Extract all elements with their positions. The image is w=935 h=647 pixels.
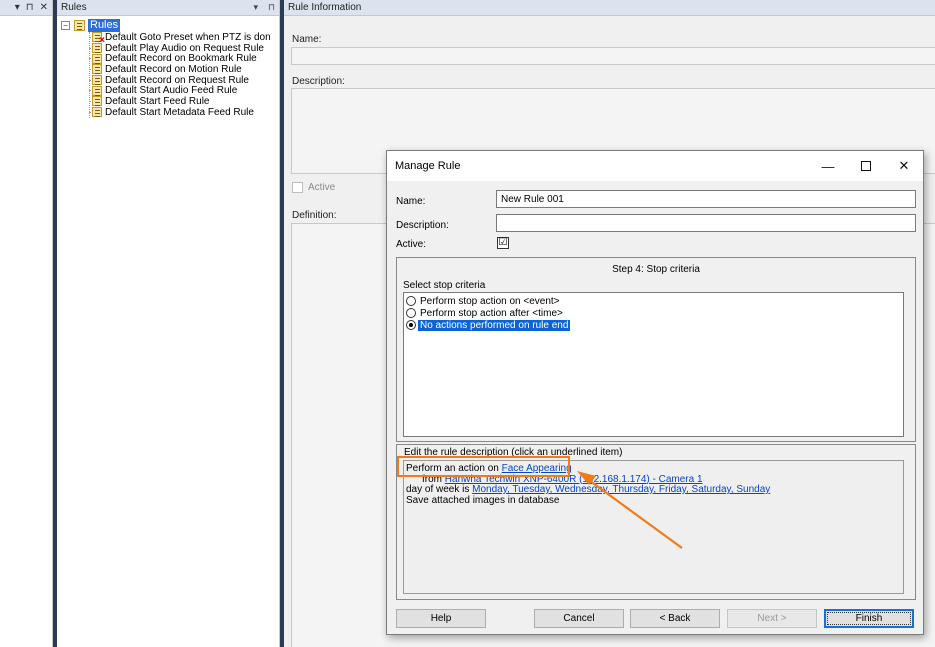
description-input[interactable]: [496, 214, 916, 232]
rule-tree-item[interactable]: Default Start Metadata Feed Rule: [89, 106, 279, 118]
info-description-label: Description:: [292, 76, 345, 87]
criteria-option-label: Perform stop action on <event>: [420, 295, 560, 307]
radio-button[interactable]: [406, 320, 416, 330]
tree-root-label: Rules: [88, 19, 121, 32]
collapse-icon[interactable]: −: [61, 21, 70, 30]
rule-tree-item-label: Default Start Feed Rule: [105, 95, 210, 107]
maximize-icon: [861, 161, 871, 171]
info-name-field: [291, 47, 935, 65]
info-active-label: Active: [308, 182, 336, 193]
rule-tree-item[interactable]: Default Record on Motion Rule: [89, 63, 279, 75]
rules-list: Default Goto Preset when PTZ is donDefau…: [89, 32, 279, 118]
chevron-down-icon[interactable]: ▾: [15, 2, 20, 13]
rules-pane-header: Rules ▾ ⊓: [57, 0, 279, 16]
days-link[interactable]: Monday, Tuesday, Wednesday, Thursday, Fr…: [472, 484, 770, 495]
rules-tree: − Rules Default Goto Preset when PTZ is …: [57, 16, 279, 118]
rules-pane: Rules ▾ ⊓ − Rules Default Goto Preset wh…: [57, 0, 280, 647]
rule-info-title: Rule Information: [288, 2, 362, 13]
rule-tree-item[interactable]: Default Record on Request Rule: [89, 74, 279, 86]
dialog-title: Manage Rule: [395, 160, 461, 172]
rule-info-header: Rule Information: [284, 0, 935, 16]
criteria-option[interactable]: Perform stop action after <time>: [404, 307, 903, 319]
manage-rule-dialog: Manage Rule — ✕ Name: New Rule 001 Descr…: [386, 150, 924, 635]
rule-icon: [92, 96, 102, 107]
rule-tree-item[interactable]: Default Record on Bookmark Rule: [89, 53, 279, 65]
annotation-highlight-box: [397, 456, 570, 477]
rule-tree-item-label: Default Play Audio on Request Rule: [105, 42, 264, 54]
active-checkbox[interactable]: ☑: [497, 237, 509, 249]
help-button[interactable]: Help: [396, 609, 486, 628]
cancel-button[interactable]: Cancel: [534, 609, 624, 628]
radio-button[interactable]: [406, 296, 416, 306]
pin-icon[interactable]: ⊓: [26, 2, 34, 13]
rule-tree-item[interactable]: Default Play Audio on Request Rule: [89, 42, 279, 54]
rule-tree-item[interactable]: Default Goto Preset when PTZ is don: [89, 31, 279, 46]
dialog-title-bar: Manage Rule — ✕: [387, 151, 923, 181]
finish-button-label: Finish: [827, 612, 911, 625]
rule-description-box: Perform an action on Face Appearing from…: [403, 460, 904, 594]
minimize-button[interactable]: —: [809, 151, 847, 181]
criteria-option-label: Perform stop action after <time>: [420, 307, 563, 319]
chevron-down-icon[interactable]: ▾: [253, 2, 258, 13]
rules-pane-title: Rules: [61, 2, 87, 13]
tree-root-rules[interactable]: − Rules: [57, 19, 279, 32]
next-button[interactable]: Next >: [727, 609, 817, 628]
rule-tree-item-label: Default Start Metadata Feed Rule: [105, 106, 254, 118]
active-label: Active:: [396, 239, 427, 250]
rule-icon: [92, 107, 102, 118]
rule-icon: [92, 85, 102, 96]
criteria-option[interactable]: No actions performed on rule end: [404, 319, 903, 331]
rule-icon: [92, 43, 102, 54]
criteria-option-label: No actions performed on rule end: [418, 319, 571, 331]
info-definition-label: Definition:: [292, 210, 337, 221]
description-label: Description:: [396, 220, 449, 231]
close-button[interactable]: ✕: [885, 151, 923, 181]
rule-icon: [92, 64, 102, 75]
step-title: Step 4: Stop criteria: [612, 264, 700, 275]
rule-tree-item-label: Default Record on Bookmark Rule: [105, 53, 257, 65]
select-criteria-label: Select stop criteria: [403, 280, 486, 291]
radio-button[interactable]: [406, 308, 416, 318]
rule-tree-item[interactable]: Default Start Audio Feed Rule: [89, 85, 279, 97]
left-pane-header: ▾ ⊓ ✕: [0, 0, 52, 16]
rule-tree-item-label: Default Record on Request Rule: [105, 74, 249, 86]
rule-error-icon: [92, 32, 105, 46]
criteria-option[interactable]: Perform stop action on <event>: [404, 295, 903, 307]
left-pane: ▾ ⊓ ✕: [0, 0, 53, 647]
info-name-label: Name:: [292, 34, 322, 45]
rule-tree-item[interactable]: Default Start Feed Rule: [89, 95, 279, 107]
stop-criteria-panel: Step 4: Stop criteria Select stop criter…: [396, 257, 916, 442]
desc-line-days: day of week is Monday, Tuesday, Wednesda…: [406, 484, 901, 496]
rule-icon: [92, 75, 102, 86]
desc-days-prefix: day of week is: [406, 484, 473, 495]
finish-button[interactable]: Finish: [824, 609, 914, 628]
maximize-button[interactable]: [847, 151, 885, 181]
criteria-list: Perform stop action on <event> Perform st…: [403, 292, 904, 437]
close-icon[interactable]: ✕: [40, 2, 48, 13]
back-button[interactable]: < Back: [630, 609, 720, 628]
rule-tree-item-label: Default Goto Preset when PTZ is don: [105, 31, 271, 43]
name-input[interactable]: New Rule 001: [496, 190, 916, 208]
desc-line-action: Save attached images in database: [406, 494, 560, 506]
pin-icon[interactable]: ⊓: [268, 2, 275, 13]
rule-icon: [92, 53, 102, 64]
rules-folder-icon: [74, 20, 85, 31]
info-active-checkbox: [292, 182, 303, 193]
rule-tree-item-label: Default Record on Motion Rule: [105, 63, 242, 75]
name-label: Name:: [396, 196, 426, 207]
rule-tree-item-label: Default Start Audio Feed Rule: [105, 85, 238, 97]
